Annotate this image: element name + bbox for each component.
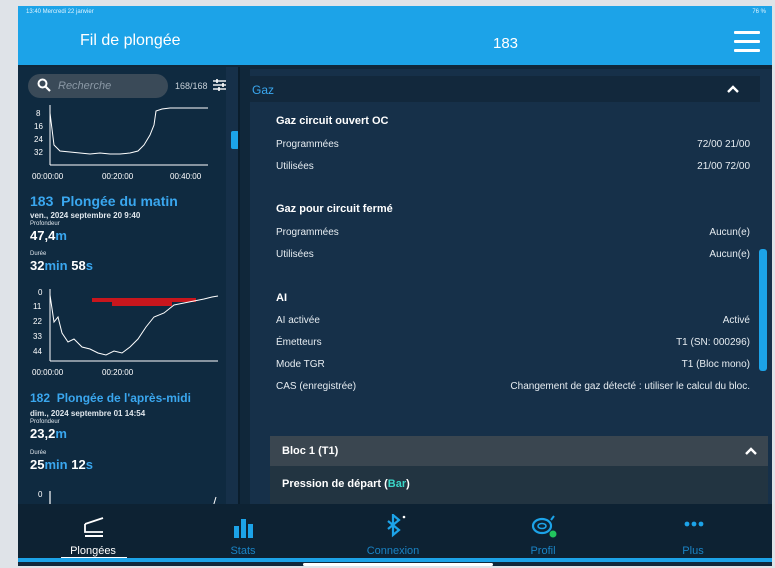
gaz-section-header[interactable]: Gaz xyxy=(250,76,760,102)
home-indicator[interactable] xyxy=(303,563,493,566)
pane-divider xyxy=(238,67,240,504)
bluetooth-icon xyxy=(387,514,406,538)
y-tick: 33 xyxy=(33,332,42,341)
tab-plus[interactable]: Plus xyxy=(618,504,768,558)
dive-profile-chart: 0 xyxy=(38,490,217,504)
y-tick: 8 xyxy=(36,109,41,118)
dive-count: 168/168 xyxy=(175,81,208,91)
tab-connexion[interactable]: Connexion xyxy=(318,504,468,558)
tab-stats[interactable]: Stats xyxy=(168,504,318,558)
dive-log-icon xyxy=(84,517,104,537)
duration-label: Durée xyxy=(30,450,47,456)
dive-profile-chart: 0 11 22 33 44 00:00:00 00:20:00 xyxy=(32,288,219,377)
row-value: T1 (SN: 000296) xyxy=(676,337,750,348)
chevron-up-icon[interactable] xyxy=(726,84,740,94)
y-tick: 22 xyxy=(33,317,42,326)
y-tick: 16 xyxy=(34,122,43,131)
row-value: T1 (Bloc mono) xyxy=(681,359,750,370)
ai-title: AI xyxy=(276,292,287,304)
row-label: CAS (enregistrée) xyxy=(276,381,357,392)
y-tick: 24 xyxy=(34,135,43,144)
y-tick: 32 xyxy=(34,148,43,157)
x-tick: 00:40:00 xyxy=(170,172,202,181)
dive-list-sidebar: Recherche 168/168 8 16 24 32 00:00:00 00… xyxy=(18,67,238,504)
more-icon xyxy=(684,521,704,527)
status-time: 13:40 Mercredi 22 janvier xyxy=(26,9,94,15)
bloc-section-header[interactable]: Bloc 1 (T1) xyxy=(270,436,768,466)
search-placeholder: Recherche xyxy=(58,80,112,92)
x-tick: 00:20:00 xyxy=(102,172,134,181)
mask-icon xyxy=(531,515,557,538)
battery-level: 76 % xyxy=(752,9,766,15)
bloc-section-body: Pression de départ (Bar) xyxy=(270,466,768,504)
bloc-title: Bloc 1 (T1) xyxy=(282,445,339,457)
row-value: 21/00 72/00 xyxy=(697,161,750,172)
search-input[interactable]: Recherche xyxy=(28,74,168,98)
row-label: Programmées xyxy=(276,227,339,238)
dive-details-panel: Gaz Gaz circuit ouvert OC Programmées 72… xyxy=(250,69,772,504)
depth-label: Profondeur xyxy=(30,419,60,425)
row-label: Utilisées xyxy=(276,161,314,172)
app-window: 13:40 Mercredi 22 janvier 76 % Fil de pl… xyxy=(18,6,772,566)
dive-duration: 25min 12s xyxy=(30,457,93,472)
row-value: Changement de gaz détecté : utiliser le … xyxy=(510,381,750,392)
row-value: 72/00 21/00 xyxy=(697,139,750,150)
tab-label: Profil xyxy=(530,545,556,557)
x-tick: 00:00:00 xyxy=(32,368,64,377)
duration-label: Durée xyxy=(30,251,47,257)
max-depth: 23,2m xyxy=(30,426,67,441)
row-value: Aucun(e) xyxy=(709,227,750,238)
bottom-tab-bar: Plongées Stats Connexion Profil Plus xyxy=(18,504,772,560)
status-bar: 13:40 Mercredi 22 janvier 76 % xyxy=(18,6,772,18)
hamburger-menu-icon[interactable] xyxy=(734,31,760,53)
oc-gas-title: Gaz circuit ouvert OC xyxy=(276,115,389,127)
row-value: Activé xyxy=(722,315,750,326)
depth-label: Profondeur xyxy=(30,221,60,227)
dive-list-item-partial[interactable]: 8 16 24 32 00:00:00 00:20:00 00:40:00 xyxy=(28,105,224,183)
row-label: Mode TGR xyxy=(276,359,325,370)
tab-bar-accent-line xyxy=(18,558,772,562)
row-label: AI activée xyxy=(276,315,320,326)
filter-icon[interactable] xyxy=(213,78,227,92)
y-tick: 11 xyxy=(33,302,42,311)
tab-label: Plus xyxy=(682,545,704,557)
tab-profil[interactable]: Profil xyxy=(468,504,618,558)
tab-label: Plongées xyxy=(70,545,116,557)
row-label: Émetteurs xyxy=(276,337,322,348)
tab-label: Stats xyxy=(230,545,256,557)
bar-chart-icon xyxy=(234,519,253,538)
y-tick: 0 xyxy=(38,288,43,297)
tab-plongees[interactable]: Plongées xyxy=(18,504,168,558)
dive-title: 183 Plongée du matin xyxy=(30,193,178,209)
ccr-gas-title: Gaz pour circuit fermé xyxy=(276,203,393,215)
search-icon xyxy=(37,78,51,92)
dive-list-item[interactable]: 182 Plongée de l'après-midi dim., 2024 s… xyxy=(28,387,224,504)
y-tick: 44 xyxy=(33,347,42,356)
app-bar: Fil de plongée 183 xyxy=(18,18,772,65)
dive-date: ven., 2024 septembre 20 9:40 xyxy=(30,211,141,220)
dive-list-item[interactable]: 183 Plongée du matin ven., 2024 septembr… xyxy=(28,189,224,384)
row-label: Programmées xyxy=(276,139,339,150)
chevron-up-icon[interactable] xyxy=(744,446,758,456)
dive-title: 182 Plongée de l'après-midi xyxy=(30,391,191,405)
y-tick: 0 xyxy=(38,490,43,499)
row-label: Utilisées xyxy=(276,249,314,260)
x-tick: 00:00:00 xyxy=(32,172,64,181)
row-value: Aucun(e) xyxy=(709,249,750,260)
selected-dive-number: 183 xyxy=(493,35,519,52)
section-title: Gaz xyxy=(252,83,275,97)
dive-duration: 32min 58s xyxy=(30,258,93,273)
tab-label: Connexion xyxy=(366,545,420,557)
dive-date: dim., 2024 septembre 01 14:54 xyxy=(30,409,146,418)
max-depth: 47,4m xyxy=(30,228,67,243)
dive-profile-chart: 8 16 24 32 00:00:00 00:20:00 00:40:00 xyxy=(32,105,208,181)
start-pressure-label: Pression de départ (Bar) xyxy=(282,478,410,490)
details-scrollbar[interactable] xyxy=(759,249,767,371)
x-tick: 00:20:00 xyxy=(102,368,134,377)
page-title: Fil de plongée xyxy=(80,32,181,49)
